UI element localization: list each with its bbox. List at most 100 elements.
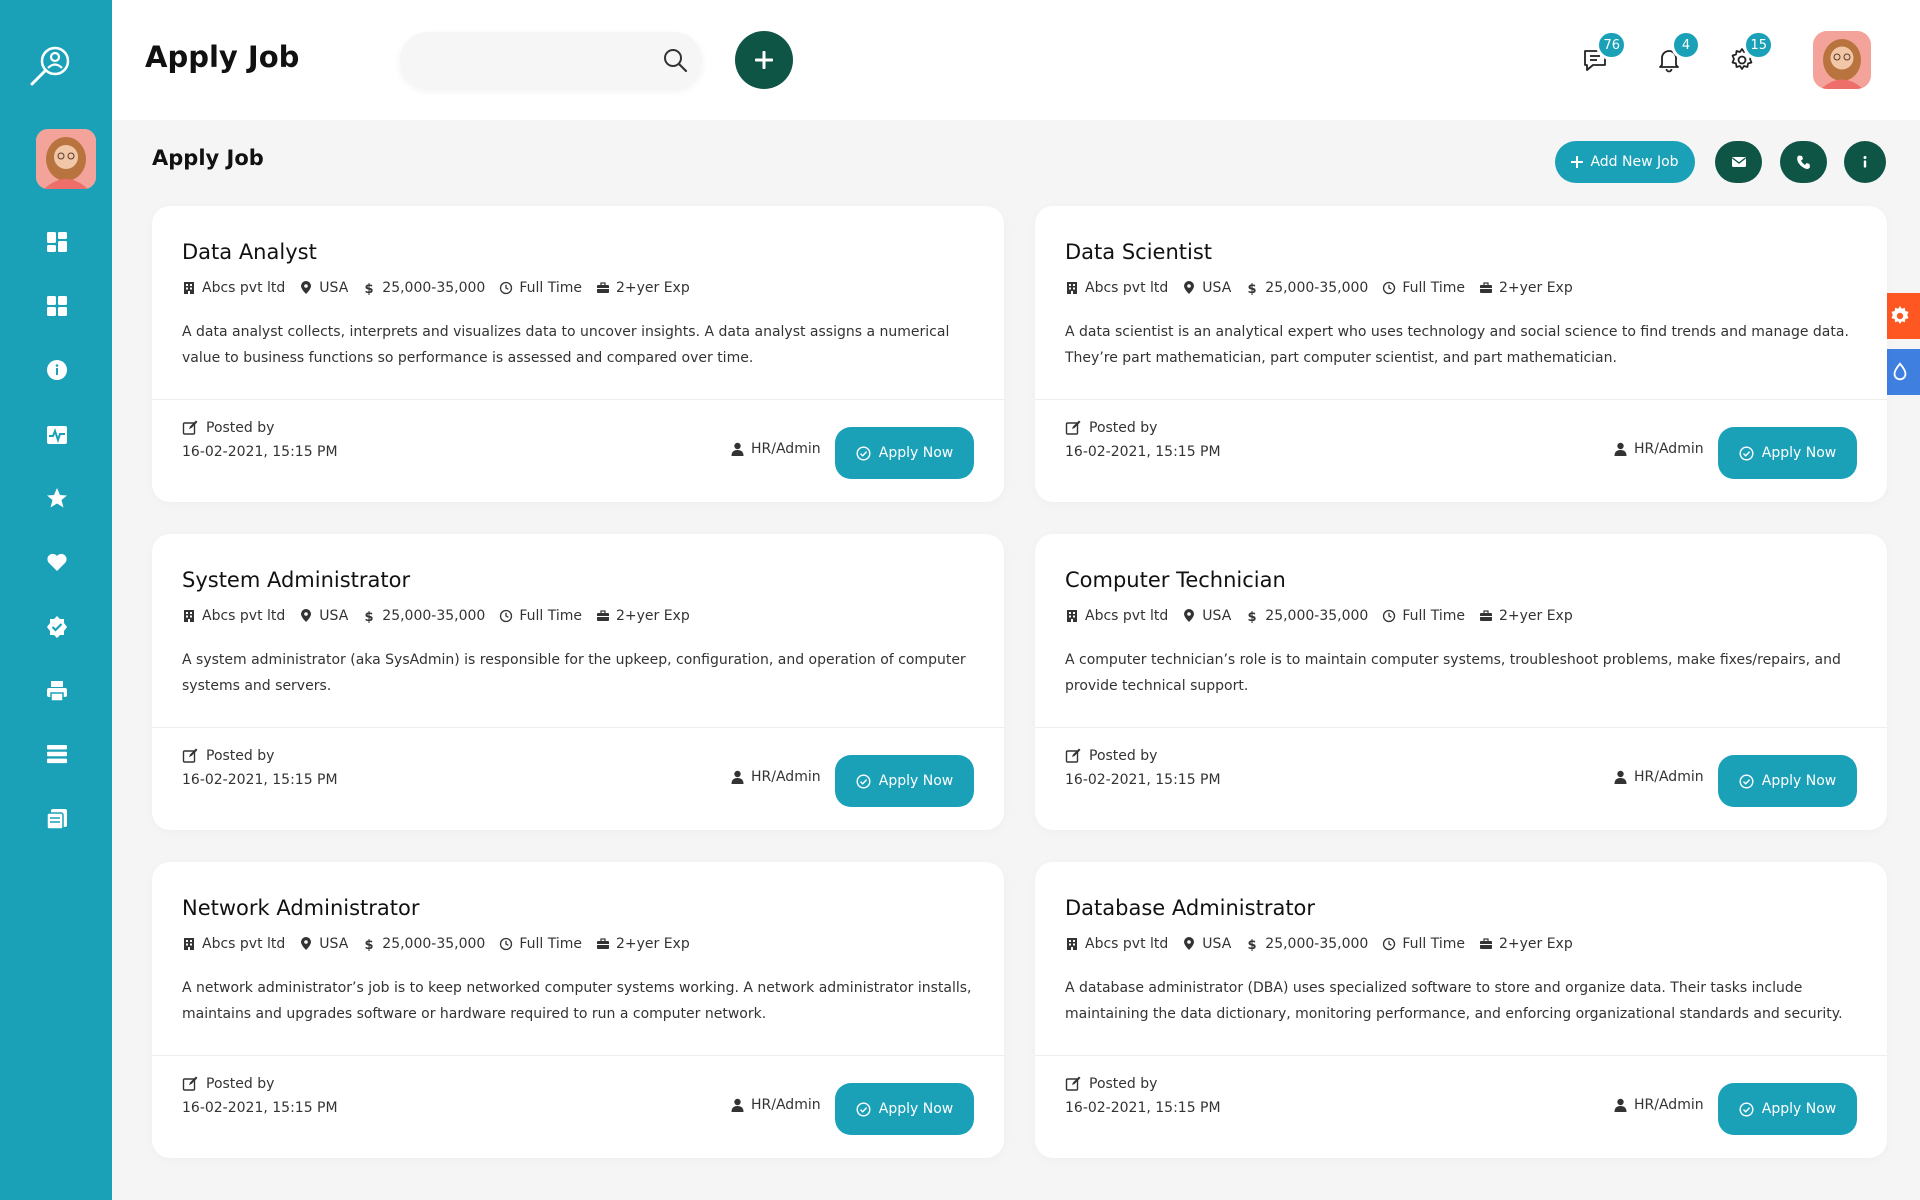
dollar-icon: $ — [365, 282, 374, 295]
search-box — [400, 32, 702, 88]
location-name: USA — [319, 936, 349, 952]
sidebar-item-dashboard[interactable] — [40, 225, 74, 259]
author: HR/Admin — [1614, 769, 1704, 785]
card-divider — [152, 399, 1004, 400]
logo-icon[interactable] — [28, 42, 74, 88]
sidebar-item-verified[interactable] — [40, 610, 74, 644]
posted-date: 16-02-2021, 15:15 PM — [182, 1100, 338, 1116]
star-icon — [47, 488, 67, 508]
salary-range: 25,000-35,000 — [382, 608, 486, 624]
experience-label: 2+yer Exp — [615, 608, 690, 624]
salary: $ 25,000-35,000 — [1245, 608, 1369, 624]
company: Abcs pvt ltd — [1065, 936, 1168, 952]
search-input[interactable] — [420, 44, 650, 76]
location: USA — [1182, 280, 1231, 296]
svg-text:$: $ — [365, 282, 374, 295]
posted-date: 16-02-2021, 15:15 PM — [1065, 444, 1221, 460]
sidebar-item-likes[interactable] — [40, 545, 74, 579]
add-new-job-button[interactable]: Add New Job — [1555, 141, 1695, 183]
sidebar-item-favorites[interactable] — [40, 481, 74, 515]
user-avatar[interactable] — [1813, 31, 1871, 89]
edit-icon — [1065, 420, 1081, 435]
author: HR/Admin — [1614, 441, 1704, 457]
company-name: Abcs pvt ltd — [202, 936, 286, 952]
dollar-icon: $ — [1248, 610, 1257, 623]
experience: 2+yer Exp — [596, 936, 690, 952]
apply-now-button[interactable]: Apply Now — [835, 427, 974, 479]
building-icon — [184, 282, 194, 294]
sidebar-item-list[interactable] — [40, 737, 74, 771]
sidebar-avatar[interactable] — [36, 129, 96, 189]
card-divider — [1035, 399, 1887, 400]
clock-icon — [500, 609, 513, 623]
company-name: Abcs pvt ltd — [202, 280, 286, 296]
posted-label: Posted by — [206, 748, 275, 764]
location-pin-icon — [301, 609, 312, 622]
apply-now-button[interactable]: Apply Now — [835, 1083, 974, 1135]
settings-count-badge: 15 — [1743, 30, 1774, 60]
apply-now-button[interactable]: Apply Now — [1718, 427, 1857, 479]
list-icon — [47, 745, 67, 764]
job-meta: Abcs pvt ltd USA $ 25,000-35,000 Full Ti… — [1065, 936, 1587, 952]
dashboard-icon — [47, 232, 67, 252]
dollar-icon: $ — [1248, 938, 1257, 951]
salary: $ 25,000-35,000 — [362, 936, 486, 952]
job-title: Database Administrator — [1065, 896, 1316, 920]
settings-button[interactable]: 15 — [1724, 30, 1774, 78]
job-card: System Administrator Abcs pvt ltd USA $ … — [152, 534, 1004, 830]
location-name: USA — [1202, 936, 1232, 952]
salary-range: 25,000-35,000 — [382, 280, 486, 296]
apply-now-button[interactable]: Apply Now — [835, 755, 974, 807]
add-button[interactable] — [735, 31, 793, 89]
clock-icon — [500, 937, 513, 951]
location: USA — [299, 280, 348, 296]
apps-icon — [47, 296, 67, 316]
top-header: Apply Job 76 4 15 — [112, 0, 1920, 120]
email-button[interactable] — [1715, 141, 1762, 183]
info-icon — [47, 360, 67, 380]
posted-label: Posted by — [206, 1076, 275, 1092]
salary: $ 25,000-35,000 — [1245, 280, 1369, 296]
check-circle-icon — [856, 445, 871, 461]
job-type: Full Time — [1382, 608, 1465, 624]
company: Abcs pvt ltd — [1065, 608, 1168, 624]
clock-icon — [500, 281, 513, 295]
author-name: HR/Admin — [1634, 441, 1704, 457]
search-icon[interactable] — [662, 47, 688, 73]
experience: 2+yer Exp — [596, 608, 690, 624]
location-name: USA — [1202, 608, 1232, 624]
gear-icon — [1891, 306, 1909, 324]
briefcase-icon — [596, 610, 609, 621]
job-description: A system administrator (aka SysAdmin) is… — [182, 652, 966, 694]
info-button[interactable] — [1844, 141, 1886, 183]
card-divider — [152, 727, 1004, 728]
company: Abcs pvt ltd — [182, 936, 285, 952]
posted-info: Posted by 16-02-2021, 15:15 PM — [182, 748, 338, 788]
job-type: Full Time — [1382, 936, 1465, 952]
job-title: Data Scientist — [1065, 240, 1212, 264]
sidebar-item-documents[interactable] — [40, 802, 74, 836]
sidebar-item-activity[interactable] — [40, 418, 74, 452]
notifications-button[interactable]: 4 — [1651, 30, 1701, 78]
apply-now-button[interactable]: Apply Now — [1718, 1083, 1857, 1135]
apply-now-button[interactable]: Apply Now — [1718, 755, 1857, 807]
sidebar-item-print[interactable] — [40, 674, 74, 708]
location: USA — [1182, 936, 1231, 952]
svg-text:$: $ — [1248, 938, 1257, 951]
job-type-label: Full Time — [519, 608, 582, 624]
messages-button[interactable]: 76 — [1577, 30, 1627, 78]
experience: 2+yer Exp — [1479, 280, 1573, 296]
sidebar-item-apps[interactable] — [40, 289, 74, 323]
experience-label: 2+yer Exp — [1498, 280, 1573, 296]
call-button[interactable] — [1780, 141, 1827, 183]
building-icon — [1067, 282, 1077, 294]
salary: $ 25,000-35,000 — [362, 280, 486, 296]
salary-range: 25,000-35,000 — [382, 936, 486, 952]
info-icon — [1863, 156, 1867, 168]
sidebar-item-info[interactable] — [40, 353, 74, 387]
location: USA — [299, 608, 348, 624]
posted-info: Posted by 16-02-2021, 15:15 PM — [182, 420, 338, 460]
clock-icon — [1383, 937, 1396, 951]
briefcase-icon — [596, 282, 609, 293]
user-icon — [731, 442, 744, 456]
